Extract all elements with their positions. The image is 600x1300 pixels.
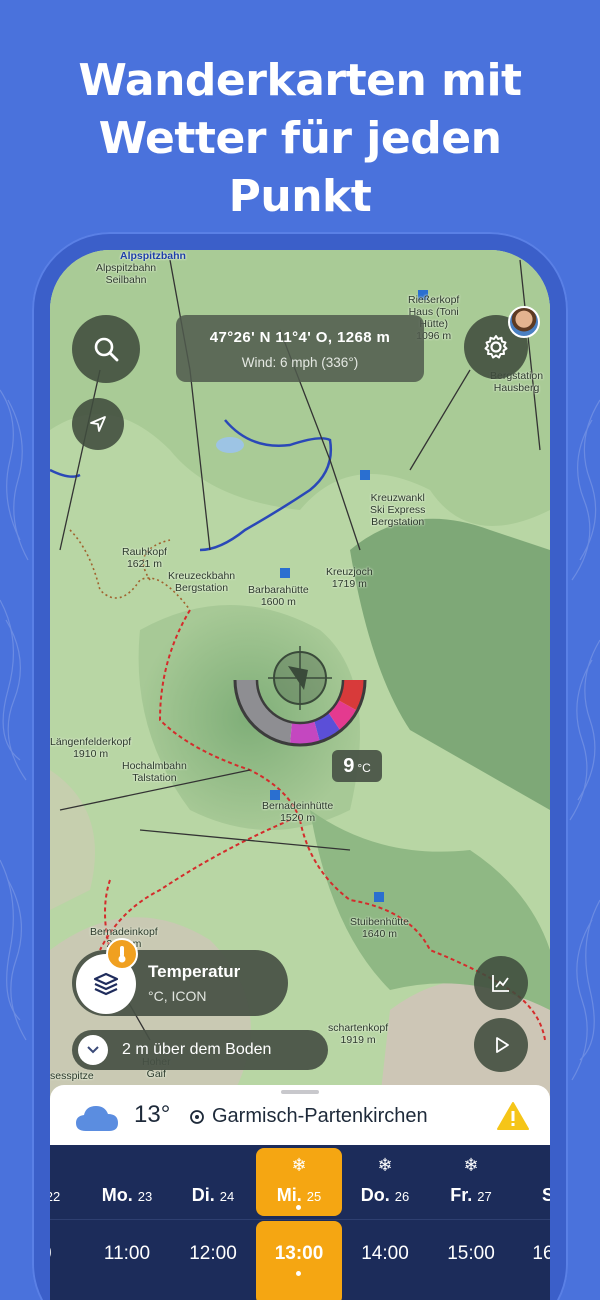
hour-tab-selected[interactable]: 13:00 — [256, 1243, 342, 1265]
map-label: Alpspitzbahn Seilbahn — [96, 262, 157, 286]
chevron-down-icon — [78, 1035, 108, 1065]
day-tab[interactable]: Do. 26 — [342, 1185, 428, 1206]
map-label: sesspitze — [50, 1070, 94, 1082]
app-screen: Alpspitzbahn Alpspitzbahn Seilbahn Rieße… — [50, 250, 550, 1300]
play-icon — [496, 1037, 509, 1053]
snowflake-icon: ❄ — [463, 1155, 479, 1175]
map-label: Längenfelderkopf 1910 m — [50, 736, 132, 760]
hour-tab[interactable]: 14:00 — [342, 1243, 428, 1265]
day-tab-selected[interactable]: Mi. 25 — [256, 1185, 342, 1206]
coordinate-readout: 47°26' N 11°4' O, 1268 m — [209, 329, 391, 346]
cloud-icon — [76, 1106, 118, 1131]
chart-icon — [492, 975, 509, 992]
map-label: Hochalmbahn Talstation — [122, 760, 187, 784]
map-label: Rauhkopf 1621 m — [122, 546, 167, 570]
snowflake-icon: ❄ — [377, 1155, 393, 1175]
day-tab[interactable]: Sa — [510, 1185, 550, 1206]
forecast-strip[interactable]: ❄ ❄ ❄ 22 Mo. 23 Di. 24 Mi. 25 Do. 26 Fr.… — [50, 1145, 550, 1300]
map-label: Bernadeinhütte 1520 m — [262, 800, 334, 824]
point-temperature-unit: °C — [357, 761, 371, 775]
play-button[interactable] — [474, 1018, 528, 1072]
selected-indicator — [296, 1271, 301, 1276]
map-label: Barbarahütte 1600 m — [248, 584, 309, 608]
height-label: 2 m über dem Boden — [122, 1041, 272, 1058]
day-tab[interactable]: Mo. 23 — [84, 1185, 170, 1206]
search-icon — [94, 337, 119, 362]
location-arrow-icon — [90, 416, 106, 432]
weather-summary-bar[interactable]: 13° Garmisch-Partenkirchen — [50, 1085, 550, 1145]
headline: Wanderkarten mit Wetter für jeden Punkt — [78, 55, 522, 222]
map-label: Kreuzwankl Ski Express Bergstation — [370, 492, 426, 528]
thermometer-icon — [106, 938, 138, 970]
locate-button[interactable] — [72, 398, 124, 450]
wind-readout: Wind: 6 mph (336°) — [241, 355, 359, 370]
chart-button[interactable] — [474, 956, 528, 1010]
avatar[interactable] — [508, 306, 540, 338]
gear-icon — [484, 335, 508, 359]
coordinate-box[interactable]: 47°26' N 11°4' O, 1268 m Wind: 6 mph (33… — [176, 315, 424, 382]
hour-tab[interactable]: 00 — [50, 1243, 84, 1265]
location-name[interactable]: Garmisch-Partenkirchen — [212, 1105, 428, 1128]
selected-indicator — [296, 1205, 301, 1210]
layer-selector[interactable]: Temperatur °C, ICON — [72, 950, 288, 1016]
search-button[interactable] — [72, 315, 140, 383]
point-temperature: 9 °C — [332, 750, 382, 782]
layers-icon — [93, 972, 119, 996]
point-temperature-value: 9 — [343, 755, 355, 777]
strip-divider — [50, 1219, 550, 1220]
drag-handle[interactable] — [281, 1090, 319, 1094]
map-label: Kreuzeckbahn Bergstation — [168, 570, 236, 594]
map-label: Stuibenhütte 1640 m — [350, 916, 409, 940]
map-label: Alpspitzbahn — [120, 250, 186, 262]
warning-icon[interactable] — [496, 1101, 530, 1131]
map-label: Kreuzjoch 1719 m — [326, 566, 373, 590]
hour-tab[interactable]: 12:00 — [170, 1243, 256, 1265]
hour-tab[interactable]: 16 — [500, 1243, 550, 1265]
current-temperature: 13° — [134, 1101, 171, 1128]
layer-title: Temperatur — [148, 962, 241, 981]
day-tab[interactable]: Fr. 27 — [428, 1185, 514, 1206]
day-tab[interactable]: Di. 24 — [170, 1185, 256, 1206]
hour-tab[interactable]: 11:00 — [84, 1243, 170, 1265]
snowflake-icon: ❄ — [291, 1155, 307, 1175]
height-selector[interactable]: 2 m über dem Boden — [72, 1030, 328, 1070]
map-label: schartenkopf 1919 m — [328, 1022, 389, 1046]
layer-subtitle: °C, ICON — [148, 988, 207, 1004]
location-pin-icon — [190, 1110, 204, 1124]
